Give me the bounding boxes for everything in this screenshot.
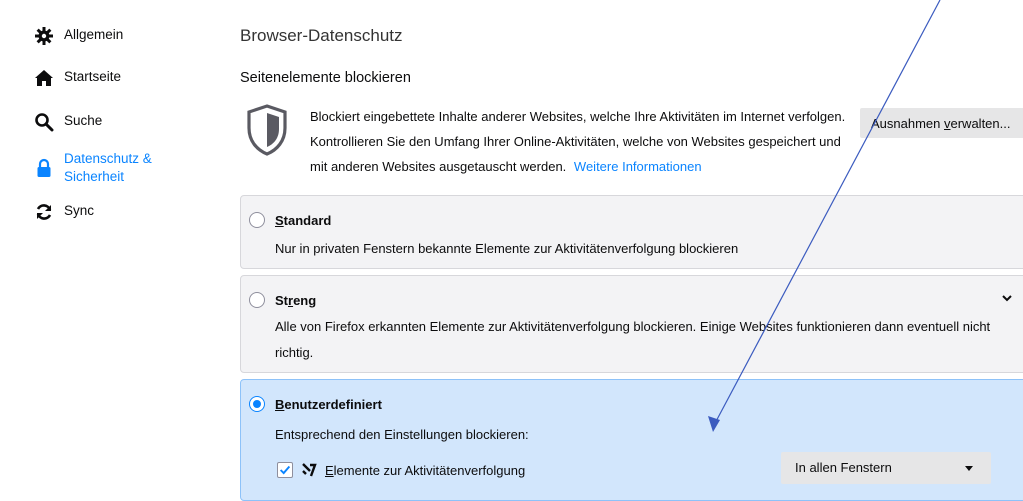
sidebar-item-label: Startseite <box>64 69 122 84</box>
sync-icon <box>36 204 52 220</box>
option-custom[interactable]: Benutzerdefiniert Entsprechend den Einst… <box>240 379 1023 501</box>
strict-title: Streng <box>275 293 317 308</box>
standard-radio[interactable] <box>249 212 265 228</box>
section-title: Seitenelemente blockieren <box>240 70 411 86</box>
strict-radio[interactable] <box>249 292 265 308</box>
trackers-label: Elemente zur Aktivitätenverfolgung <box>325 463 526 478</box>
tracking-description: Blockiert eingebettete Inhalte anderer W… <box>310 104 855 179</box>
custom-description: Entsprechend den Einstellungen blockiere… <box>275 427 529 442</box>
standard-title: Standard <box>275 213 332 228</box>
sidebar-item-label: Suche <box>64 113 103 128</box>
search-icon <box>35 113 54 132</box>
trackers-scope-select[interactable]: In allen Fenstern <box>781 452 991 484</box>
trackers-scope-value: In allen Fenstern <box>795 460 892 475</box>
custom-title: Benutzerdefiniert <box>275 397 382 412</box>
strict-description: Alle von Firefox erkannten Elemente zur … <box>275 319 991 360</box>
sidebar-item-sync[interactable]: Sync <box>34 202 94 222</box>
sidebar-item-suche[interactable]: Suche <box>34 112 102 132</box>
manage-exceptions-button[interactable]: Ausnahmen verwalten... <box>860 108 1023 138</box>
option-strict[interactable]: Streng Alle von Firefox erkannten Elemen… <box>240 275 1023 373</box>
chevron-down-icon[interactable] <box>1001 292 1013 304</box>
sidebar-item-label: Datenschutz & Sicherheit <box>64 151 152 184</box>
caret-down-icon <box>965 466 973 471</box>
page-title: Browser-Datenschutz <box>240 26 403 45</box>
tracker-icon <box>302 463 317 477</box>
lock-icon <box>37 158 51 177</box>
gear-icon <box>35 27 53 45</box>
home-icon <box>35 70 53 86</box>
option-standard[interactable]: Standard Nur in privaten Fenstern bekann… <box>240 195 1023 269</box>
more-info-link[interactable]: Weitere Informationen <box>574 159 702 174</box>
checkmark-icon <box>279 465 291 475</box>
main-content: Browser-Datenschutz Seitenelemente block… <box>240 0 1023 501</box>
standard-description: Nur in privaten Fenstern bekannte Elemen… <box>275 241 739 256</box>
sidebar: Allgemein Startseite Suche Datenschutz &… <box>0 0 200 486</box>
trackers-checkbox[interactable] <box>277 462 293 478</box>
sidebar-item-allgemein[interactable]: Allgemein <box>34 26 123 46</box>
sidebar-item-label: Sync <box>64 203 95 218</box>
custom-radio[interactable] <box>249 396 265 412</box>
sidebar-item-startseite[interactable]: Startseite <box>34 68 121 88</box>
shield-icon <box>247 104 287 156</box>
sidebar-item-datenschutz[interactable]: Datenschutz & Sicherheit <box>34 150 152 186</box>
sidebar-item-label: Allgemein <box>64 27 124 42</box>
